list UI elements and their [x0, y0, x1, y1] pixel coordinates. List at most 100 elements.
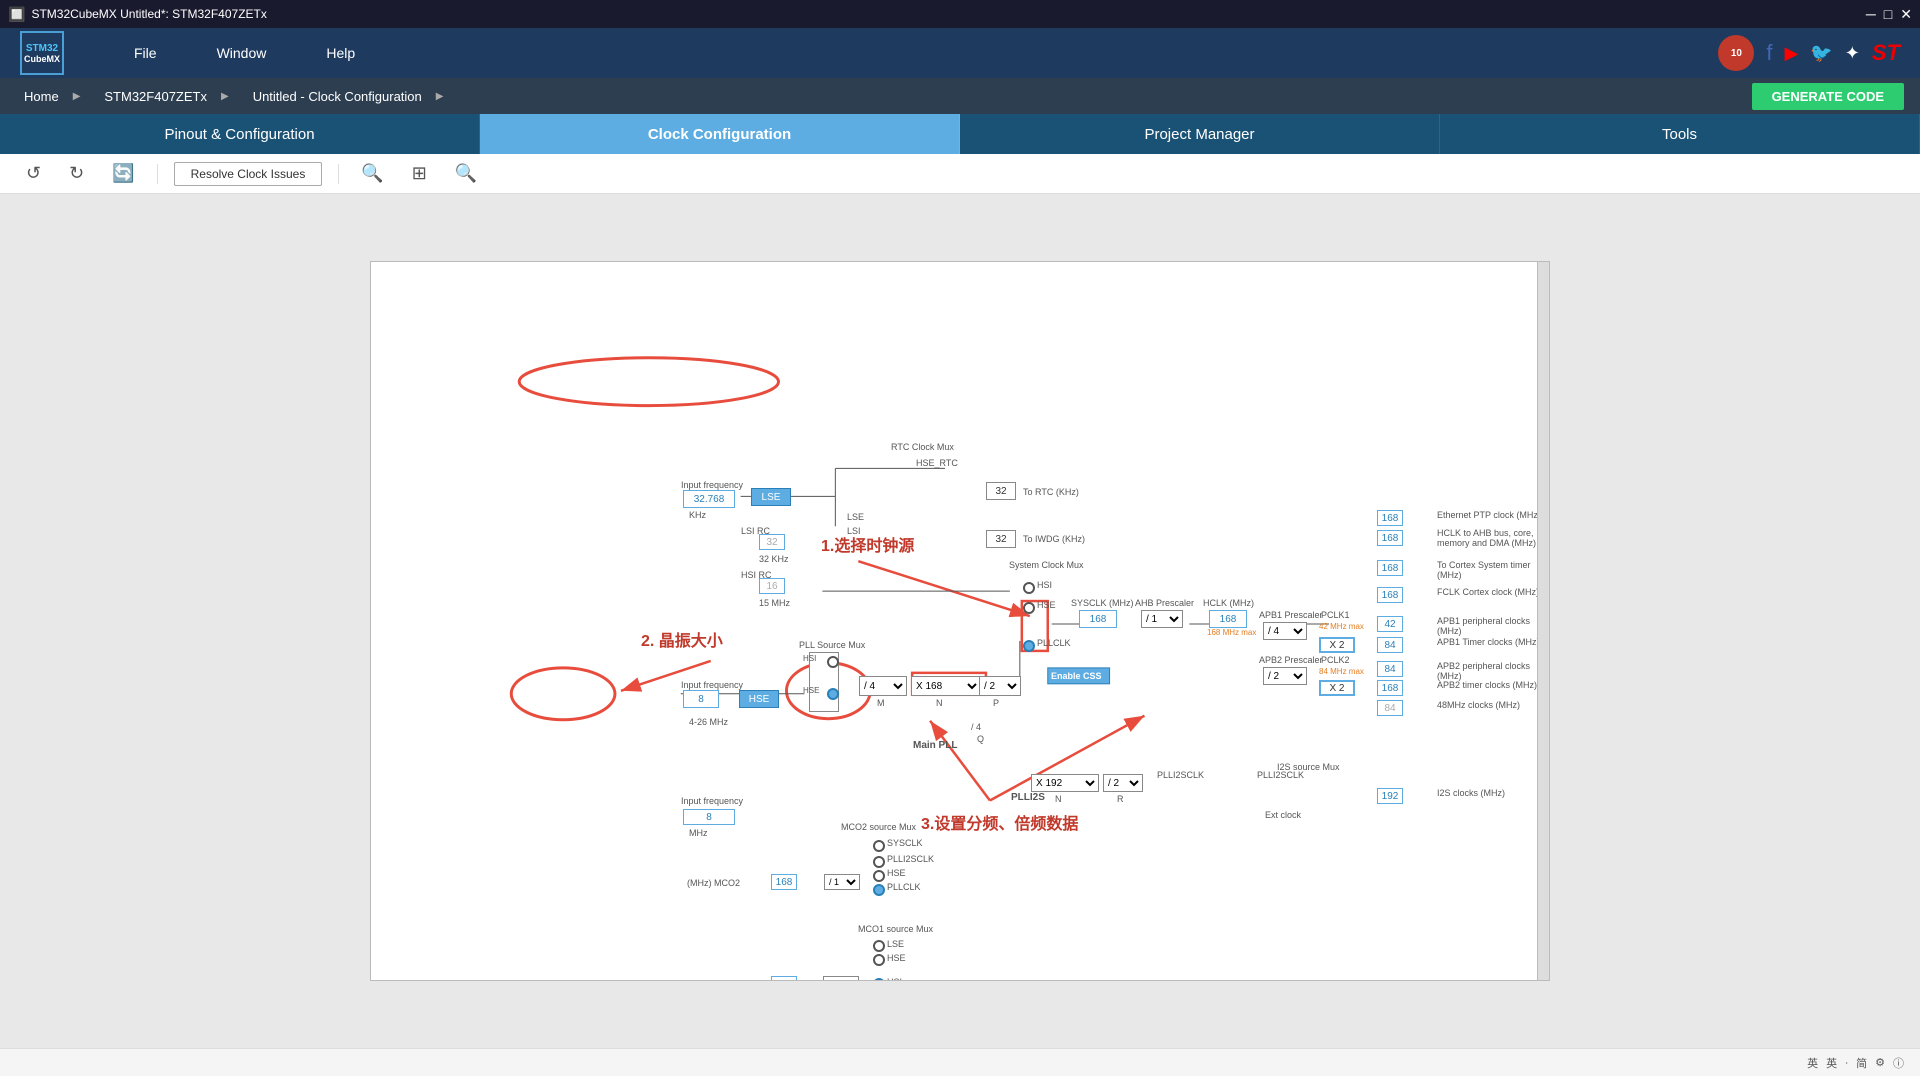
- status-info[interactable]: ⓘ: [1893, 1055, 1904, 1071]
- hclk-value[interactable]: 168: [1209, 610, 1247, 628]
- plli2s-label: PLLI2S: [1011, 792, 1045, 803]
- main-content: 1.选择时钟源 2. 晶振大小 3.设置分频、倍频数据 RTC Clock Mu…: [0, 194, 1920, 1048]
- step3-annotation: 3.设置分频、倍频数据: [921, 810, 1078, 834]
- facebook-icon[interactable]: f: [1766, 40, 1772, 66]
- breadcrumb-device[interactable]: STM32F407ZETx: [96, 78, 244, 114]
- mco1-lse-radio[interactable]: [873, 940, 885, 952]
- community-icon[interactable]: ✦: [1845, 43, 1860, 64]
- mco2-plli2s-radio[interactable]: [873, 856, 885, 868]
- status-lang2: 英: [1826, 1055, 1837, 1071]
- mco1-hsi-radio[interactable]: [873, 978, 885, 981]
- pll-hsi-radio[interactable]: [827, 656, 839, 668]
- apb2-timer-value[interactable]: 168: [1377, 680, 1403, 696]
- pclk1-value[interactable]: 42: [1377, 616, 1403, 632]
- zoom-out-button[interactable]: 🔍: [355, 159, 389, 188]
- mco1-value[interactable]: 16: [771, 976, 797, 981]
- logo-box: STM32 CubeMX: [20, 31, 64, 75]
- n-label: N: [936, 698, 943, 708]
- diagram-svg: [371, 262, 1549, 980]
- st-logo[interactable]: ST: [1872, 40, 1900, 66]
- youtube-icon[interactable]: ▶: [1785, 43, 1799, 64]
- sys-pllclk-radio[interactable]: [1023, 640, 1035, 652]
- sys-hse-radio[interactable]: [1023, 602, 1035, 614]
- tab-project[interactable]: Project Manager: [960, 114, 1440, 154]
- logo-line2: CubeMX: [24, 54, 60, 64]
- redo-button[interactable]: ↻: [63, 159, 90, 188]
- breadcrumb-project[interactable]: Untitled - Clock Configuration: [245, 78, 460, 114]
- mco2-pllclk-radio[interactable]: [873, 884, 885, 896]
- status-settings[interactable]: ⚙: [1875, 1056, 1885, 1069]
- menu-file[interactable]: File: [104, 28, 187, 78]
- pll-hse-radio[interactable]: [827, 688, 839, 700]
- pclk2-value[interactable]: 84: [1377, 661, 1403, 677]
- pll-div-m-select[interactable]: / 4: [859, 676, 907, 696]
- step1-annotation: 1.选择时钟源: [821, 532, 914, 556]
- tab-pinout[interactable]: Pinout & Configuration: [0, 114, 480, 154]
- apb1-timer-value[interactable]: 84: [1377, 637, 1403, 653]
- status-lang1: 英: [1807, 1055, 1818, 1071]
- minimize-button[interactable]: ─: [1866, 6, 1876, 23]
- hse-value[interactable]: 8: [683, 690, 719, 708]
- apb1-x2-box: X 2: [1319, 637, 1355, 653]
- mhz168max-label: 168 MHz max: [1207, 628, 1256, 637]
- clock-diagram[interactable]: 1.选择时钟源 2. 晶振大小 3.设置分频、倍频数据 RTC Clock Mu…: [370, 261, 1550, 981]
- mco2-sysclk-radio[interactable]: [873, 840, 885, 852]
- eth-value[interactable]: 168: [1377, 510, 1403, 526]
- mhz84max-label: 84 MHz max: [1319, 667, 1364, 676]
- tab-tools[interactable]: Tools: [1440, 114, 1920, 154]
- lse-value[interactable]: 32.768: [683, 490, 735, 508]
- title-bar-controls[interactable]: ─ □ ✕: [1866, 6, 1912, 23]
- app-icon: 🔲: [8, 6, 25, 23]
- i2s-value[interactable]: 192: [1377, 788, 1403, 804]
- zoom-fit-button[interactable]: ⊞: [406, 159, 433, 188]
- mhz48-value[interactable]: 84: [1377, 700, 1403, 716]
- ahb-pre-select[interactable]: / 1: [1141, 610, 1183, 628]
- scrollbar-right[interactable]: [1537, 262, 1549, 980]
- mco2-pllclk: PLLCLK: [887, 882, 921, 892]
- ext-clock-label: Ext clock: [1265, 810, 1301, 820]
- title-bar-text: STM32CubeMX Untitled*: STM32F407ZETx: [31, 7, 266, 21]
- hse-box: HSE: [739, 690, 779, 708]
- mco1-div-select[interactable]: / 1: [823, 976, 859, 981]
- lse-box: LSE: [751, 488, 791, 506]
- undo-button[interactable]: ↺: [20, 159, 47, 188]
- to-rtc-label: To RTC (KHz): [1023, 487, 1079, 497]
- refresh-button[interactable]: 🔄: [106, 159, 140, 188]
- mco2-value[interactable]: 168: [771, 874, 797, 890]
- menu-help[interactable]: Help: [296, 28, 385, 78]
- zoom-in-button[interactable]: 🔍: [449, 159, 483, 188]
- plli2sclk-label: PLLI2SCLK: [1157, 770, 1204, 780]
- fclk-value[interactable]: 168: [1377, 587, 1403, 603]
- menu-window[interactable]: Window: [187, 28, 297, 78]
- toolbar-separator: [157, 164, 158, 184]
- mco1-hse-radio[interactable]: [873, 954, 885, 966]
- apb2-pre-label: APB2 Prescaler: [1259, 655, 1323, 665]
- pll-src-mux-label: PLL Source Mux: [799, 640, 865, 650]
- hsi-value[interactable]: 16: [759, 578, 785, 594]
- maximize-button[interactable]: □: [1884, 6, 1892, 23]
- sysclk-value[interactable]: 168: [1079, 610, 1117, 628]
- close-button[interactable]: ✕: [1900, 6, 1912, 23]
- apb1-pre-select[interactable]: / 4: [1263, 622, 1307, 640]
- hclk-ahb-value[interactable]: 168: [1377, 530, 1403, 546]
- apb1-pre-label: APB1 Prescaler: [1259, 610, 1323, 620]
- mco2-div-select[interactable]: / 1: [824, 874, 860, 890]
- plli2s-r-select[interactable]: / 2: [1103, 774, 1143, 792]
- generate-code-button[interactable]: GENERATE CODE: [1752, 83, 1904, 110]
- tab-clock[interactable]: Clock Configuration: [480, 114, 960, 154]
- cortex-value[interactable]: 168: [1377, 560, 1403, 576]
- mco2-hse-radio[interactable]: [873, 870, 885, 882]
- breadcrumb-home[interactable]: Home: [16, 78, 96, 114]
- plli2s-n-select[interactable]: X 192: [1031, 774, 1099, 792]
- sys-hsi-radio[interactable]: [1023, 582, 1035, 594]
- resolve-clock-button[interactable]: Resolve Clock Issues: [174, 162, 323, 186]
- menu-items[interactable]: File Window Help: [104, 28, 385, 78]
- pll-mul-n-select[interactable]: X 168: [911, 676, 981, 696]
- twitter-icon[interactable]: 🐦: [1810, 43, 1832, 64]
- mco1-hse: HSE: [887, 953, 906, 963]
- q-label-pos: / 4: [971, 722, 981, 732]
- pll-div-p-select[interactable]: / 2: [979, 676, 1021, 696]
- apb2-pre-select[interactable]: / 2: [1263, 667, 1307, 685]
- mhz-value3[interactable]: 8: [683, 809, 735, 825]
- lsi-value[interactable]: 32: [759, 534, 785, 550]
